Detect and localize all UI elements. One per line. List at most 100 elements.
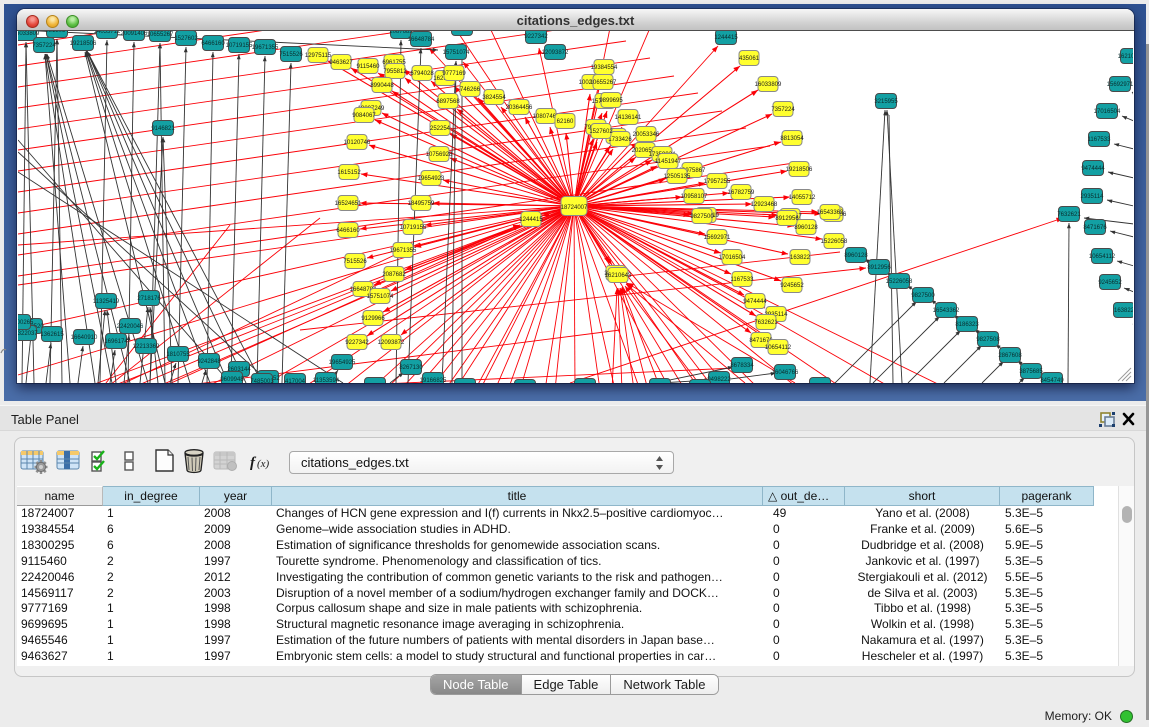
svg-text:1615152: 1615152 xyxy=(337,170,361,176)
svg-text:8186323: 8186323 xyxy=(955,322,979,328)
svg-text:16033809: 16033809 xyxy=(755,82,782,88)
svg-text:10655267: 10655267 xyxy=(590,80,617,86)
svg-text:435061: 435061 xyxy=(739,56,760,62)
svg-text:(x): (x) xyxy=(257,458,270,470)
svg-text:7357224: 7357224 xyxy=(32,43,56,49)
svg-text:163822: 163822 xyxy=(790,255,811,261)
svg-text:9129966: 9129966 xyxy=(361,316,385,322)
svg-text:9827508: 9827508 xyxy=(976,337,1000,343)
svg-text:16640910: 16640910 xyxy=(71,335,98,341)
svg-text:22420046: 22420046 xyxy=(117,324,144,330)
svg-text:8813054: 8813054 xyxy=(45,31,69,34)
svg-text:9827500: 9827500 xyxy=(911,293,935,299)
svg-text:16033809: 16033809 xyxy=(18,31,40,37)
svg-text:7955812: 7955812 xyxy=(383,69,407,75)
svg-text:10958107: 10958107 xyxy=(681,194,708,200)
svg-text:18300265: 18300265 xyxy=(18,320,34,326)
svg-text:8990448: 8990448 xyxy=(370,83,394,89)
svg-text:9115460: 9115460 xyxy=(357,64,381,70)
svg-text:15226058: 15226058 xyxy=(886,279,913,285)
svg-text:8678334: 8678334 xyxy=(730,363,754,369)
svg-text:2935114: 2935114 xyxy=(1081,194,1105,200)
svg-text:1167533: 1167533 xyxy=(1088,137,1112,143)
svg-text:12093872: 12093872 xyxy=(542,50,569,56)
svg-text:6466160: 6466160 xyxy=(201,41,225,47)
svg-text:746266: 746266 xyxy=(460,87,481,93)
svg-text:16782759: 16782759 xyxy=(728,190,755,196)
svg-text:15692971: 15692971 xyxy=(1107,82,1133,88)
svg-text:16543362: 16543362 xyxy=(933,308,960,314)
svg-text:1244415: 1244415 xyxy=(519,217,543,223)
svg-text:17016504: 17016504 xyxy=(1094,109,1121,115)
svg-text:16543362: 16543362 xyxy=(817,210,844,216)
svg-text:6794028: 6794028 xyxy=(410,71,434,77)
svg-text:7357224: 7357224 xyxy=(771,107,795,113)
svg-text:9899695: 9899695 xyxy=(599,98,623,104)
svg-text:17016504: 17016504 xyxy=(719,255,746,261)
svg-text:1244415: 1244415 xyxy=(714,35,738,41)
svg-text:8813054: 8813054 xyxy=(780,136,804,142)
svg-text:8267130: 8267130 xyxy=(399,365,423,371)
svg-text:10654112: 10654112 xyxy=(765,345,792,351)
svg-text:19218506: 19218506 xyxy=(70,41,97,47)
svg-text:19166825: 19166825 xyxy=(420,378,447,383)
svg-text:2087682: 2087682 xyxy=(389,31,413,35)
svg-text:2867608: 2867608 xyxy=(998,353,1022,359)
svg-text:2718176: 2718176 xyxy=(137,296,161,302)
svg-text:19654923: 19654923 xyxy=(418,176,445,182)
svg-text:3824554: 3824554 xyxy=(482,95,506,101)
svg-text:9129966: 9129966 xyxy=(450,31,474,32)
svg-text:163822: 163822 xyxy=(1114,308,1133,314)
svg-text:7515526: 7515526 xyxy=(343,259,367,265)
svg-text:16046766: 16046766 xyxy=(772,370,799,376)
svg-text:12213369: 12213369 xyxy=(133,344,160,350)
svg-text:14136141: 14136141 xyxy=(615,115,642,121)
svg-text:9463627: 9463627 xyxy=(329,60,353,66)
svg-text:6897568: 6897568 xyxy=(436,99,460,105)
svg-text:11325419: 11325419 xyxy=(93,299,120,305)
svg-text:10655267: 10655267 xyxy=(147,32,174,38)
svg-text:9777169: 9777169 xyxy=(442,71,466,77)
svg-text:10654112: 10654112 xyxy=(1089,254,1116,260)
svg-text:19671355: 19671355 xyxy=(390,248,417,254)
svg-text:14055712: 14055712 xyxy=(789,195,816,201)
svg-text:19384554: 19384554 xyxy=(591,65,618,71)
svg-text:62160: 62160 xyxy=(557,119,574,125)
svg-text:10756928: 10756928 xyxy=(426,152,453,158)
svg-text:16648784: 16648784 xyxy=(408,37,435,43)
svg-text:8912956: 8912956 xyxy=(775,216,799,222)
svg-text:7485003: 7485003 xyxy=(250,379,274,383)
svg-text:8912956: 8912956 xyxy=(867,265,891,271)
svg-text:1696174: 1696174 xyxy=(104,339,128,345)
svg-text:19218506: 19218506 xyxy=(786,167,813,173)
svg-text:9245652: 9245652 xyxy=(1098,280,1122,286)
svg-text:17957255: 17957255 xyxy=(704,179,731,185)
svg-text:1527602: 1527602 xyxy=(174,36,198,42)
svg-text:f: f xyxy=(250,455,257,471)
svg-text:9245652: 9245652 xyxy=(780,283,804,289)
svg-text:14055712: 14055712 xyxy=(94,31,121,35)
svg-text:252254: 252254 xyxy=(430,126,451,132)
svg-text:1810755: 1810755 xyxy=(166,352,190,358)
svg-text:9827500: 9827500 xyxy=(690,214,714,220)
svg-text:18724007: 18724007 xyxy=(561,205,588,211)
svg-text:3875685: 3875685 xyxy=(1019,369,1043,375)
svg-text:16524651: 16524651 xyxy=(335,201,362,207)
svg-text:15692971: 15692971 xyxy=(704,235,731,241)
svg-text:7632621: 7632621 xyxy=(1057,212,1081,218)
svg-text:20053346: 20053346 xyxy=(633,132,660,138)
svg-text:417004: 417004 xyxy=(285,379,306,383)
svg-text:12093872: 12093872 xyxy=(378,340,405,346)
svg-text:9084067: 9084067 xyxy=(352,113,376,119)
svg-text:9242848: 9242848 xyxy=(197,359,221,365)
svg-text:16210643: 16210643 xyxy=(1118,54,1133,60)
svg-text:8960128: 8960128 xyxy=(794,225,818,231)
svg-text:7632621: 7632621 xyxy=(754,320,778,326)
svg-text:15226058: 15226058 xyxy=(821,239,848,245)
svg-text:18495759: 18495759 xyxy=(408,201,435,207)
svg-text:12923468: 12923468 xyxy=(751,202,778,208)
svg-text:9146821: 9146821 xyxy=(151,126,175,132)
svg-text:1167533: 1167533 xyxy=(731,277,755,283)
svg-text:9227342: 9227342 xyxy=(345,340,369,346)
svg-text:11353594: 11353594 xyxy=(313,378,340,383)
